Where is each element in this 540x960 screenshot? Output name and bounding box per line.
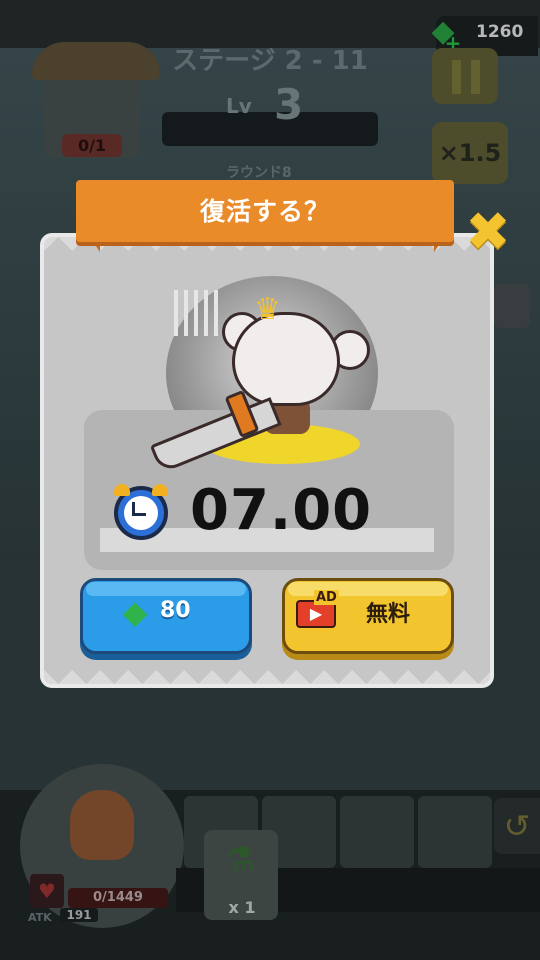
gem-icon: ◆ xyxy=(122,593,148,631)
gem-button-shine xyxy=(86,582,246,596)
revive-timer: 07.00 xyxy=(190,478,373,543)
close-icon[interactable]: ✖ xyxy=(462,205,514,259)
ad-badge: AD xyxy=(314,590,339,605)
clock-hands xyxy=(132,502,146,516)
free-button-shine xyxy=(288,582,448,596)
clock-bell-left xyxy=(114,484,130,496)
free-button-label: 無料 xyxy=(366,602,411,627)
crown-icon: ♛ xyxy=(254,292,281,327)
portrait-stripes xyxy=(174,290,222,336)
dialog-title: 復活する？ xyxy=(199,197,330,226)
clock-bell-right xyxy=(152,484,168,496)
gem-cost-label: 80 xyxy=(160,598,191,623)
dialog-bottom-pattern xyxy=(44,670,490,684)
koala-knight-icon xyxy=(232,312,340,406)
